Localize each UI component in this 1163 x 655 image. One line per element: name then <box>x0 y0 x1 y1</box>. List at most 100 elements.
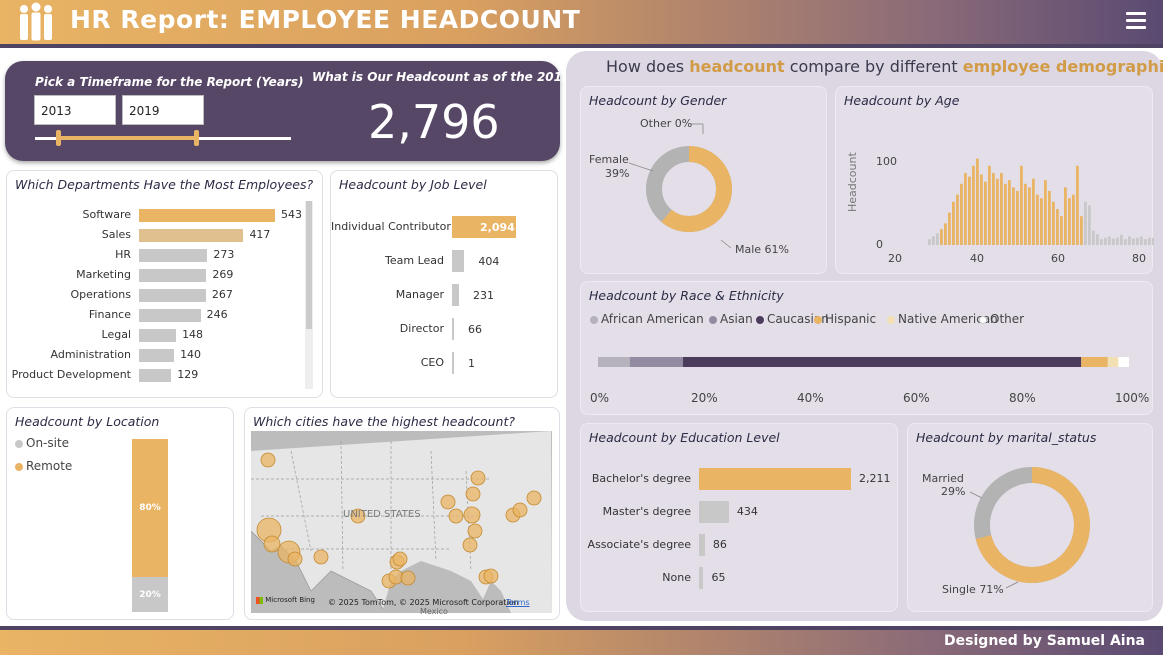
department-bar[interactable] <box>139 269 207 282</box>
departments-scroll-thumb[interactable] <box>306 201 312 329</box>
age-bar[interactable] <box>1140 236 1143 245</box>
age-bar[interactable] <box>984 181 987 245</box>
city-bubble[interactable] <box>467 523 483 539</box>
age-bar[interactable] <box>1132 238 1135 245</box>
age-bar[interactable] <box>1084 201 1087 245</box>
slider-end-handle[interactable] <box>194 130 200 146</box>
job-level-bar[interactable] <box>452 250 465 272</box>
age-bar[interactable] <box>1104 237 1107 245</box>
age-bar[interactable] <box>956 194 959 245</box>
city-bubble[interactable] <box>465 486 481 502</box>
age-bar[interactable] <box>1060 216 1063 245</box>
age-bar[interactable] <box>1040 198 1043 245</box>
city-bubble[interactable] <box>448 508 464 524</box>
end-year-input[interactable]: 2019 <box>122 95 204 125</box>
race-bar-segment[interactable] <box>1118 357 1129 367</box>
city-bubble[interactable] <box>483 568 499 584</box>
age-bar[interactable] <box>1072 194 1075 245</box>
map-terms-link[interactable]: Terms <box>506 598 530 607</box>
age-bar[interactable] <box>1076 165 1079 245</box>
age-bar[interactable] <box>932 236 935 245</box>
age-bar[interactable] <box>944 223 947 245</box>
age-bar[interactable] <box>1064 187 1067 245</box>
age-bar[interactable] <box>1112 238 1115 245</box>
city-bubble[interactable] <box>263 535 281 553</box>
age-bar[interactable] <box>996 178 999 245</box>
education-bar[interactable] <box>699 567 704 589</box>
age-bar[interactable] <box>1120 234 1123 245</box>
onsite-bar-segment[interactable]: 20% <box>132 577 168 612</box>
age-bar[interactable] <box>1080 216 1083 245</box>
age-bar[interactable] <box>940 229 943 245</box>
department-bar[interactable] <box>139 229 244 242</box>
department-bar[interactable] <box>139 309 201 322</box>
age-bar[interactable] <box>1028 187 1031 245</box>
city-bubble[interactable] <box>526 490 542 506</box>
city-bubble[interactable] <box>287 551 303 567</box>
age-bar[interactable] <box>1108 236 1111 245</box>
age-bar[interactable] <box>1012 187 1015 245</box>
department-bar[interactable] <box>139 289 206 302</box>
department-bar[interactable] <box>139 249 208 262</box>
age-bar[interactable] <box>960 183 963 245</box>
education-bar[interactable] <box>699 468 851 490</box>
age-bar[interactable] <box>1016 191 1019 245</box>
legend-onsite[interactable]: On-site <box>15 436 69 450</box>
marital-donut-chart[interactable]: Married 29% Single 71% <box>908 424 1154 613</box>
legend-remote[interactable]: Remote <box>15 459 72 473</box>
gender-donut-chart[interactable]: Other 0% Female 39% Male 61% <box>581 87 828 275</box>
age-bar[interactable] <box>976 158 979 245</box>
city-bubble[interactable] <box>400 570 416 586</box>
education-bar[interactable] <box>699 534 705 556</box>
job-level-bar[interactable] <box>452 284 460 306</box>
race-bar-segment[interactable] <box>629 357 683 367</box>
age-bar[interactable] <box>936 233 939 245</box>
age-bar[interactable] <box>1128 236 1131 245</box>
age-bar[interactable] <box>1004 183 1007 245</box>
race-bar-segment[interactable] <box>682 357 1082 367</box>
age-bar[interactable] <box>1096 234 1099 245</box>
education-bar[interactable] <box>699 501 729 523</box>
age-bar[interactable] <box>1136 237 1139 245</box>
hamburger-menu-icon[interactable] <box>1126 12 1146 32</box>
start-year-input[interactable]: 2013 <box>34 95 116 125</box>
race-bar-segment[interactable] <box>1081 357 1108 367</box>
job-level-bar[interactable] <box>452 318 455 340</box>
race-stacked-bar[interactable]: 0% 20% 40% 60% 80% 100% <box>581 282 1154 416</box>
age-bar[interactable] <box>1100 239 1103 245</box>
age-bar[interactable] <box>1020 165 1023 245</box>
city-bubble[interactable] <box>392 551 408 567</box>
age-bar[interactable] <box>1088 205 1091 245</box>
city-bubble[interactable] <box>313 549 329 565</box>
age-bar[interactable] <box>1048 191 1051 245</box>
city-bubble[interactable] <box>440 494 456 510</box>
age-bar[interactable] <box>964 173 967 245</box>
city-bubble[interactable] <box>260 452 276 468</box>
job-level-bar[interactable] <box>452 352 454 374</box>
department-bar[interactable] <box>139 349 175 362</box>
age-bar[interactable] <box>1024 183 1027 245</box>
age-bar[interactable] <box>1036 194 1039 245</box>
city-bubble[interactable] <box>463 506 481 524</box>
age-bar[interactable] <box>1008 180 1011 245</box>
age-bar[interactable] <box>1056 209 1059 245</box>
age-bar[interactable] <box>928 239 931 245</box>
department-bar[interactable] <box>139 209 275 222</box>
age-bar[interactable] <box>1092 230 1095 245</box>
age-bar[interactable] <box>968 176 971 245</box>
age-bar[interactable] <box>980 174 983 245</box>
age-bar[interactable] <box>948 212 951 245</box>
age-bar[interactable] <box>988 165 991 245</box>
race-bar-segment[interactable] <box>1107 357 1119 367</box>
age-bar[interactable] <box>1152 237 1154 245</box>
remote-bar-segment[interactable]: 80% <box>132 439 168 578</box>
city-bubble[interactable] <box>512 502 528 518</box>
city-bubble[interactable] <box>470 470 486 486</box>
department-bar[interactable] <box>139 369 172 382</box>
age-bar[interactable] <box>1068 198 1071 245</box>
age-bar[interactable] <box>1124 239 1127 245</box>
age-bar[interactable] <box>1144 239 1147 245</box>
age-bar[interactable] <box>1116 237 1119 245</box>
slider-start-handle[interactable] <box>56 130 62 146</box>
race-bar-segment[interactable] <box>598 357 630 367</box>
